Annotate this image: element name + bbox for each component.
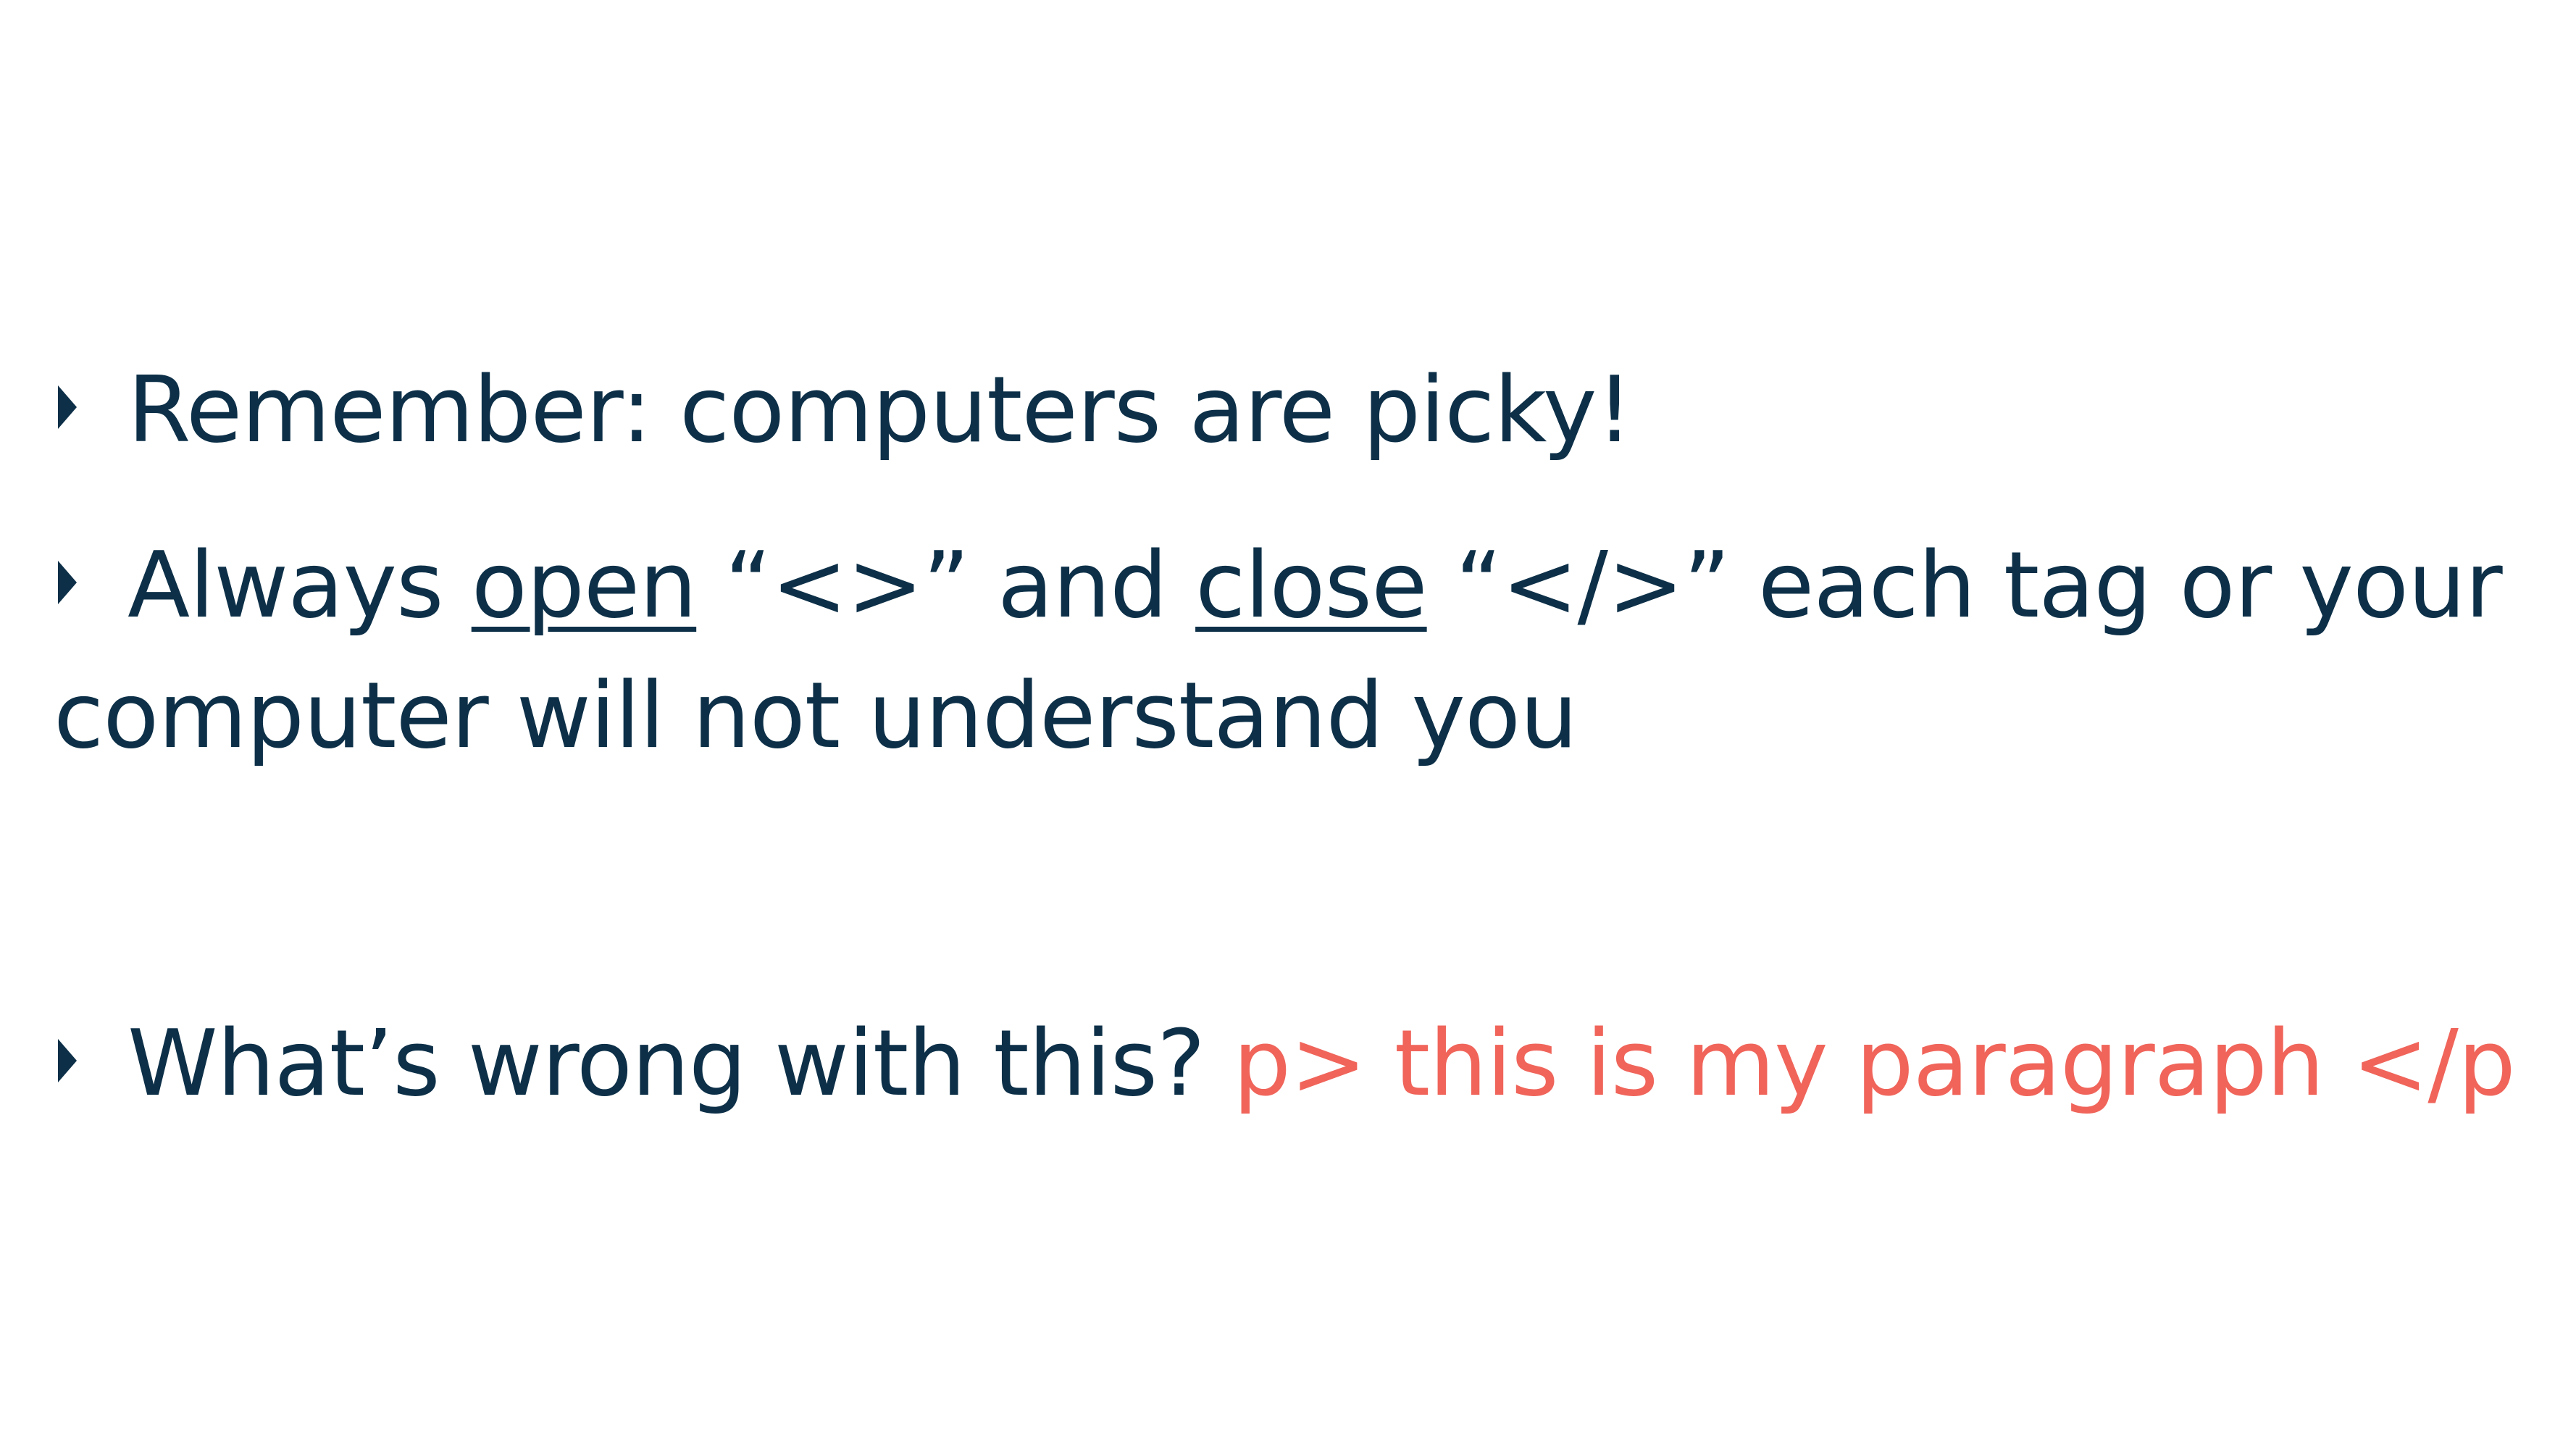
bullet-question: What’s wrong with this? p> this is my pa…	[58, 1000, 2516, 1127]
question-prompt: What’s wrong with this?	[127, 1010, 1234, 1116]
close-word: close	[1195, 532, 1428, 638]
code-example: p> this is my paragraph </p	[1233, 1010, 2516, 1116]
bullet-triangle-icon	[58, 385, 77, 430]
bullet-always-middle1: “<>” and	[696, 532, 1196, 638]
bullet-always-prefix: Always	[127, 532, 472, 638]
bullet-remember-text: Remember: computers are picky!	[127, 356, 1633, 463]
bullet-triangle-icon	[58, 1039, 77, 1083]
bullet-triangle-icon	[58, 561, 77, 605]
slide: Remember: computers are picky! Always op…	[0, 0, 2576, 1449]
bullet-always-middle2: “</>” each tag or your	[1426, 532, 2503, 638]
bullet-remember: Remember: computers are picky!	[58, 346, 1633, 474]
bullet-always-continuation: computer will not understand you	[54, 652, 1578, 780]
open-word: open	[471, 532, 697, 638]
bullet-always: Always open “<>” and close “</>” each ta…	[58, 522, 2503, 649]
bullet-always-continuation-text: computer will not understand you	[54, 662, 1578, 769]
